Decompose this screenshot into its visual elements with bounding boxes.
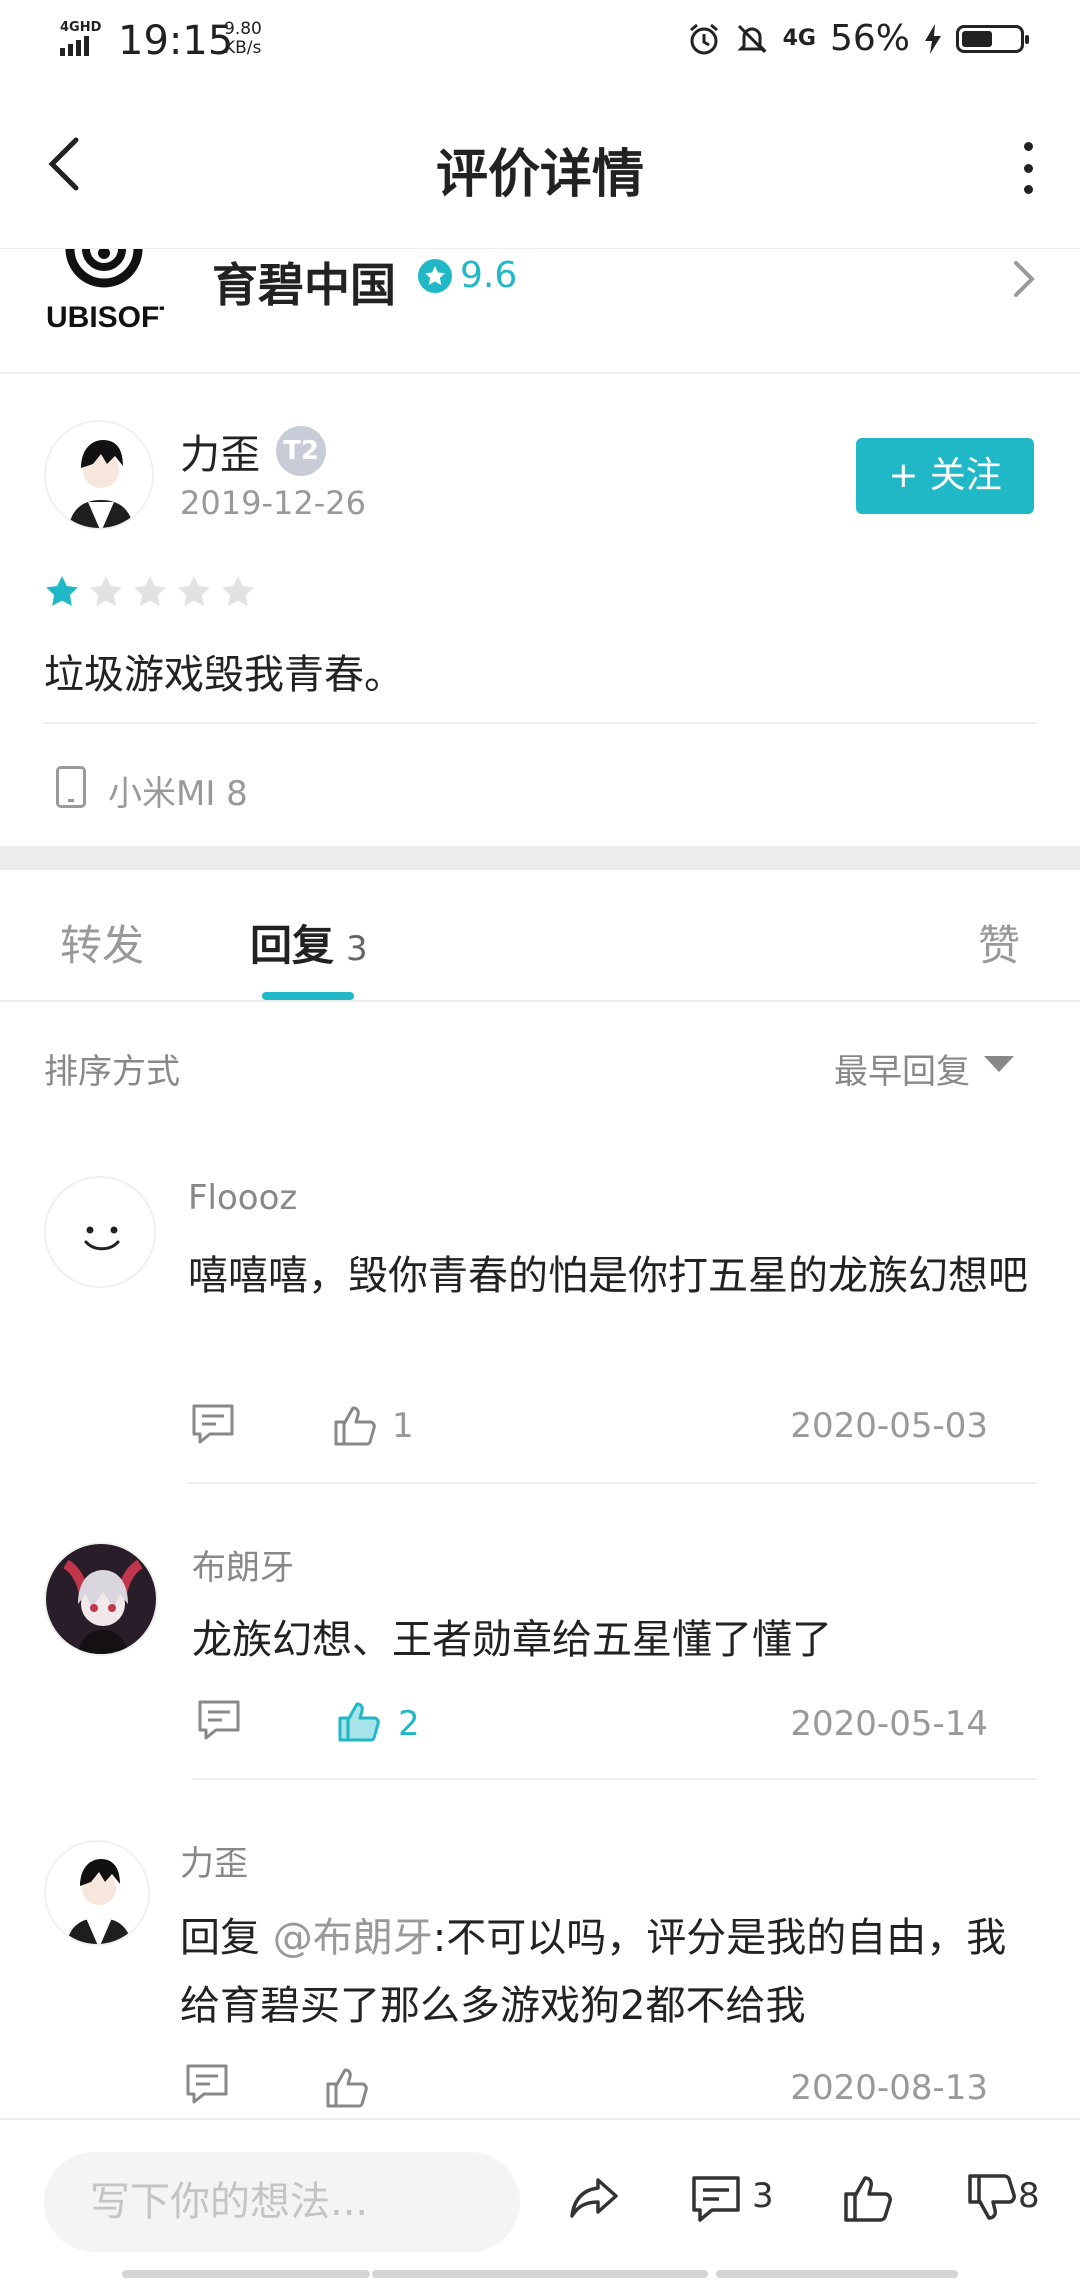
comment-text: 回复 @布朗牙:不可以吗，评分是我的自由，我给育碧买了那么多游戏狗2都不给我: [180, 1904, 1020, 2040]
review-text: 垃圾游戏毁我青春。: [44, 652, 404, 698]
tab-reply-count: 3: [346, 929, 368, 969]
divider: [44, 722, 1036, 724]
like-count: 2: [398, 1704, 420, 1744]
review-date: 2019-12-26: [180, 484, 366, 522]
divider: [188, 1482, 1036, 1484]
nav-bar-segment: [716, 2270, 958, 2278]
comment-author[interactable]: Floooz: [188, 1178, 297, 1218]
app-score: 9.6: [460, 255, 518, 296]
status-icons: 4G 56%: [687, 18, 1029, 59]
tab-forward[interactable]: 转发: [60, 912, 144, 973]
alarm-icon: [689, 23, 718, 54]
network-speed: 9.80 KB/s: [224, 20, 262, 58]
comment-text: 龙族幻想、王者勋章给五星懂了懂了: [192, 1617, 832, 1663]
chevron-right-icon: [1014, 261, 1035, 297]
comment-date: 2020-05-03: [790, 1406, 988, 1446]
tab-like[interactable]: 赞: [978, 912, 1020, 973]
battery-percent: 56%: [829, 18, 910, 59]
app-name: 育碧中国: [212, 258, 396, 312]
ubisoft-logo: UBISOFT: [46, 249, 164, 334]
bottom-action-bar: 写下你的想法... 3 8: [0, 2118, 1080, 2280]
star-empty-icon: [90, 576, 122, 606]
charging-icon: [925, 23, 941, 54]
comment-icon[interactable]: [690, 2172, 742, 2224]
comment-avatar[interactable]: [44, 1542, 158, 1656]
comment-date: 2020-05-14: [790, 1704, 988, 1744]
app-header: 评价详情: [0, 84, 1080, 248]
comment-input[interactable]: 写下你的想法...: [44, 2152, 520, 2252]
reply-icon[interactable]: [190, 1402, 236, 1446]
star-filled-icon: [46, 576, 78, 606]
score-star-icon: [418, 259, 452, 293]
sort-label: 排序方式: [44, 1052, 180, 1092]
section-separator: [0, 846, 1080, 870]
sort-dropdown[interactable]: 最早回复: [834, 1044, 970, 1093]
follow-button[interactable]: + 关注: [856, 438, 1034, 514]
speed-value: 9.80: [224, 19, 262, 39]
thumbs-up-icon[interactable]: [324, 2064, 370, 2110]
thumbs-up-icon[interactable]: [332, 1402, 378, 1448]
status-bar: 4GHD 19:15 9.80 KB/s 4G 56%: [0, 0, 1080, 84]
star-empty-icon: [134, 576, 166, 606]
share-icon[interactable]: [568, 2172, 620, 2224]
tab-reply[interactable]: 回复 3: [250, 912, 368, 973]
more-options-button[interactable]: [1016, 142, 1040, 194]
divider: [0, 1000, 1080, 1002]
star-empty-icon: [178, 576, 210, 606]
rating-stars: [44, 574, 256, 610]
battery-icon: [956, 24, 1029, 53]
nav-bar-segment: [122, 2270, 370, 2278]
comment-text: 嘻嘻嘻，毁你青春的怕是你打五星的龙族幻想吧: [188, 1253, 1028, 1299]
caret-down-icon[interactable]: [984, 1056, 1014, 1072]
reviewer-name[interactable]: 力歪: [180, 422, 260, 480]
page-title: 评价详情: [435, 145, 644, 205]
comment-date: 2020-08-13: [790, 2068, 988, 2108]
like-count: 1: [392, 1406, 414, 1446]
phone-icon: [56, 766, 86, 808]
star-empty-icon: [222, 576, 254, 606]
tab-active-indicator: [262, 992, 354, 1000]
dislike-count: 8: [1018, 2176, 1040, 2216]
thumbs-up-active-icon[interactable]: [336, 1698, 382, 1744]
level-badge: T2: [276, 426, 326, 476]
speed-unit: KB/s: [224, 38, 262, 58]
app-info-row[interactable]: UBISOFT 育碧中国 9.6: [0, 248, 1080, 374]
mute-bell-icon: [736, 24, 767, 53]
reply-icon[interactable]: [196, 1698, 242, 1742]
comment-author[interactable]: 力歪: [180, 1836, 248, 1885]
network-type: 4GHD: [60, 20, 102, 35]
mention-link[interactable]: @布朗牙: [273, 1915, 433, 1961]
device-model: 小米MI 8: [108, 774, 248, 814]
reply-prefix: 回复: [180, 1915, 273, 1961]
comment-avatar[interactable]: [44, 1840, 150, 1946]
tab-reply-label: 回复: [250, 921, 335, 970]
nav-bar-segment: [372, 2270, 708, 2278]
comment-avatar[interactable]: [44, 1176, 156, 1288]
status-time: 19:15: [118, 18, 234, 64]
data-type-label: 4G: [782, 26, 816, 51]
signal-icon: [60, 36, 89, 56]
comment-count: 3: [752, 2176, 774, 2216]
thumbs-up-icon[interactable]: [842, 2172, 894, 2224]
reply-icon[interactable]: [184, 2062, 230, 2106]
reviewer-avatar[interactable]: [44, 420, 154, 530]
comment-author[interactable]: 布朗牙: [192, 1540, 294, 1589]
logo-text: UBISOFT: [46, 301, 164, 334]
divider: [192, 1778, 1036, 1780]
thumbs-down-icon[interactable]: [966, 2172, 1018, 2224]
